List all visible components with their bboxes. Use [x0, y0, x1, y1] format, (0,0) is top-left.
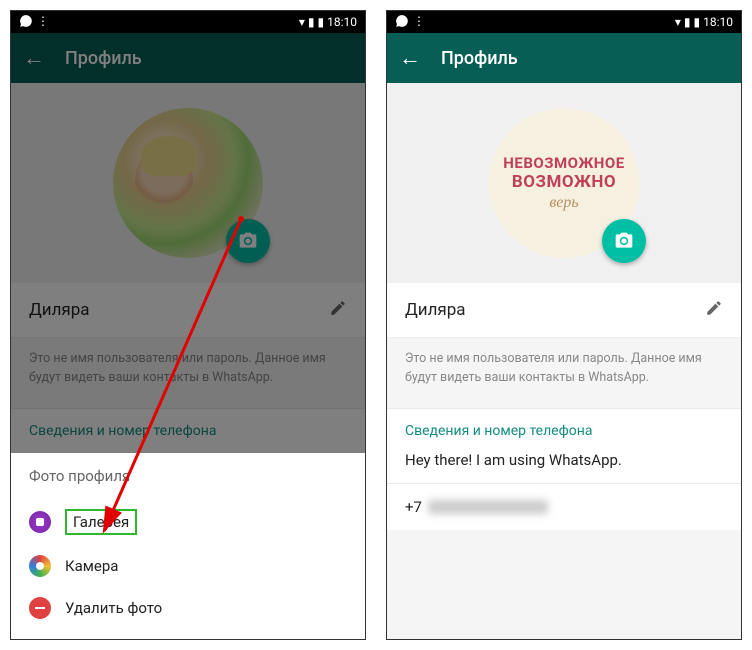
battery-icon: ▮: [318, 15, 325, 29]
delete-icon: [29, 597, 51, 619]
change-photo-button[interactable]: [602, 219, 646, 263]
sheet-item-label: Галерея: [65, 509, 137, 535]
wifi-icon: ▾: [675, 15, 681, 29]
camera-icon: [614, 231, 634, 251]
status-text[interactable]: Hey there! I am using WhatsApp.: [387, 443, 741, 483]
back-arrow-icon[interactable]: ←: [399, 45, 421, 71]
phone-prefix: +7: [405, 498, 422, 516]
section-title: Сведения и номер телефона: [387, 409, 741, 443]
status-bar: ⋮ ▾ ▮ ▮ 18:10: [387, 11, 741, 33]
phone-blurred: [428, 500, 548, 514]
phone-right: ⋮ ▾ ▮ ▮ 18:10 ← Профиль НЕВОЗМОЖНОЕ ВОЗМ…: [386, 10, 742, 640]
name-info-text: Это не имя пользователя или пароль. Данн…: [387, 338, 741, 400]
avatar-text-line2: ВОЗМОЖНО: [512, 172, 616, 192]
phone-number-row[interactable]: +7: [387, 483, 741, 530]
wifi-icon: ▾: [299, 15, 305, 29]
profile-name: Диляра: [405, 300, 466, 320]
more-status-icon: ⋮: [37, 14, 49, 31]
status-bar: ⋮ ▾ ▮ ▮ 18:10: [11, 11, 365, 33]
sheet-item-label: Удалить фото: [65, 599, 162, 617]
sheet-item-delete[interactable]: Удалить фото: [29, 587, 347, 629]
clock-text: 18:10: [703, 15, 733, 29]
sheet-item-label: Камера: [65, 557, 118, 575]
app-bar: ← Профиль: [387, 33, 741, 83]
avatar-text-line3: верь: [549, 194, 578, 212]
clock-text: 18:10: [327, 15, 357, 29]
battery-icon: ▮: [694, 15, 701, 29]
sheet-title: Фото профиля: [29, 467, 347, 485]
dim-overlay[interactable]: [11, 33, 365, 488]
edit-name-icon[interactable]: [705, 299, 723, 321]
photo-options-sheet: Фото профиля Галерея Камера Удалить фото: [11, 453, 365, 639]
info-section: Сведения и номер телефона Hey there! I a…: [387, 408, 741, 530]
phone-left: ⋮ ▾ ▮ ▮ 18:10 ← Профиль Диляра: [10, 10, 366, 640]
sheet-item-camera[interactable]: Камера: [29, 545, 347, 587]
signal-icon: ▮: [684, 15, 691, 29]
camera-app-icon: [29, 555, 51, 577]
app-bar-title: Профиль: [441, 48, 518, 69]
signal-icon: ▮: [308, 15, 315, 29]
gallery-icon: [29, 511, 51, 533]
whatsapp-status-icon: [395, 14, 409, 31]
sheet-item-gallery[interactable]: Галерея: [29, 499, 347, 545]
whatsapp-status-icon: [19, 14, 33, 31]
avatar-text-line1: НЕВОЗМОЖНОЕ: [503, 154, 624, 172]
name-row[interactable]: Диляра: [387, 283, 741, 338]
more-status-icon: ⋮: [413, 14, 425, 31]
profile-photo-area: НЕВОЗМОЖНОЕ ВОЗМОЖНО верь: [387, 83, 741, 283]
